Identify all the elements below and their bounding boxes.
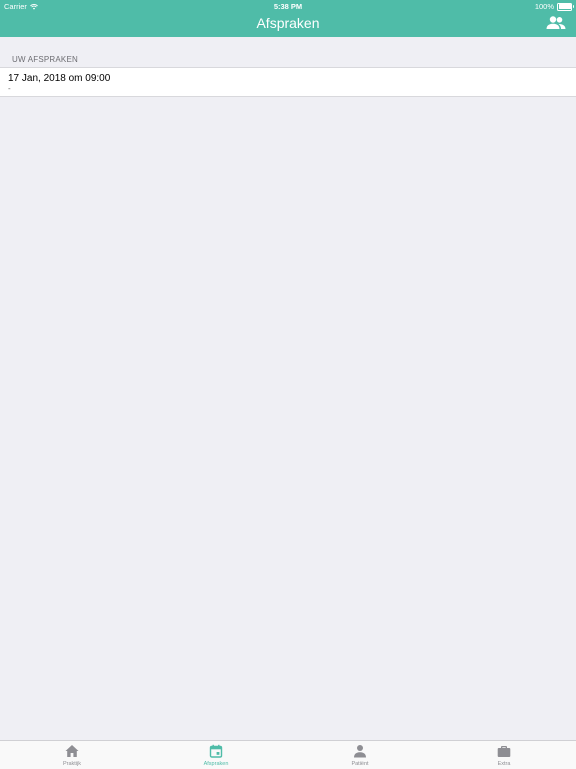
- tab-label: Patiënt: [351, 761, 369, 767]
- appointments-list: 17 Jan, 2018 om 09:00 -: [0, 67, 576, 97]
- status-battery: 100%: [534, 2, 574, 11]
- appointment-item[interactable]: 17 Jan, 2018 om 09:00 -: [0, 68, 576, 96]
- battery-percent: 100%: [534, 2, 554, 11]
- tab-label: Afspraken: [203, 761, 229, 767]
- tab-bar: Praktijk Afspraken Patiënt Extra: [0, 740, 576, 769]
- tab-extra[interactable]: Extra: [432, 741, 576, 769]
- appointment-date: 17 Jan, 2018 om 09:00: [8, 73, 111, 84]
- status-bar: Carrier 5:38 PM 100%: [0, 0, 576, 12]
- battery-fill: [558, 4, 571, 9]
- tab-praktijk[interactable]: Praktijk: [0, 741, 144, 769]
- tab-afspraken[interactable]: Afspraken: [144, 741, 288, 769]
- navigation-bar: Carrier 5:38 PM 100% Afspraken: [0, 0, 576, 37]
- battery-icon: [557, 2, 574, 11]
- home-icon: [65, 745, 79, 757]
- contacts-icon: [546, 16, 566, 29]
- person-icon: [354, 745, 366, 758]
- page-title: Afspraken: [256, 15, 320, 31]
- appointment-detail: -: [8, 84, 11, 93]
- tab-label: Praktijk: [62, 761, 82, 767]
- calendar-icon: [209, 744, 223, 758]
- tab-label: Extra: [497, 761, 511, 767]
- section-header: UW AFSPRAKEN: [12, 55, 78, 64]
- contacts-button[interactable]: [546, 15, 566, 31]
- tab-patient[interactable]: Patiënt: [288, 741, 432, 769]
- briefcase-icon: [497, 746, 511, 757]
- status-time: 5:38 PM: [273, 2, 303, 11]
